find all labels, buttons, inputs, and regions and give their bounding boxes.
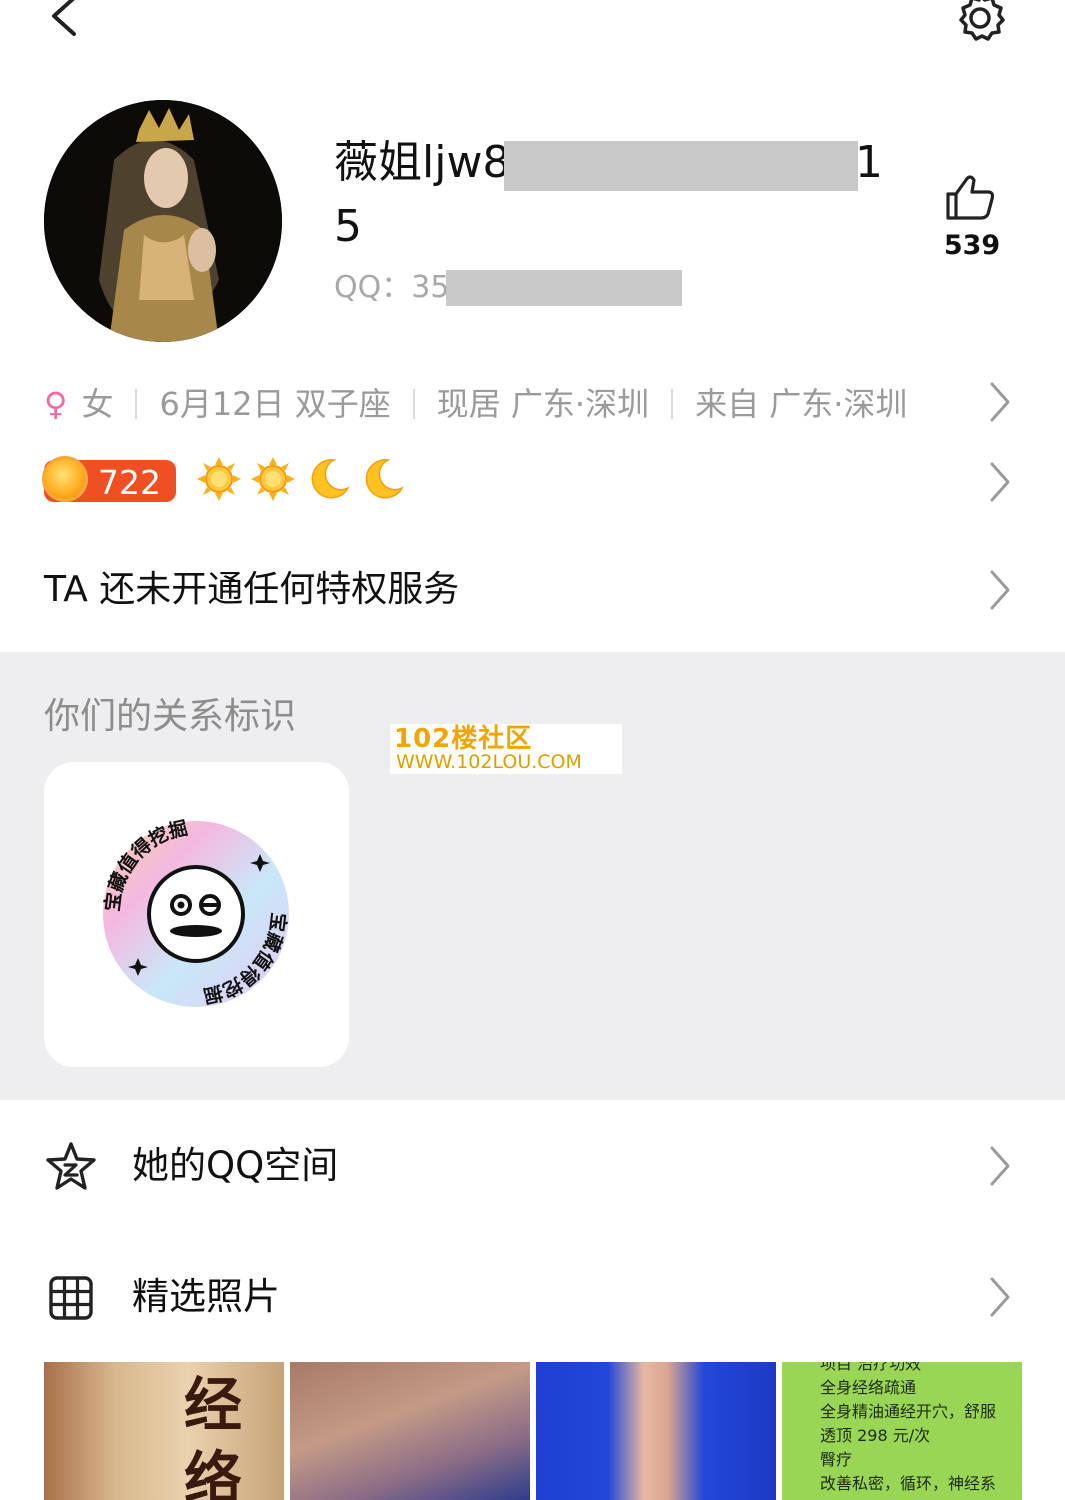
- photo-text: 全身经络疏通: [820, 1378, 917, 1397]
- photos-label: 精选照片: [132, 1275, 280, 1318]
- profile-name-line2: 5: [334, 201, 362, 252]
- chevron-right-icon[interactable]: [986, 380, 1014, 424]
- qzone-label: 她的QQ空间: [132, 1144, 339, 1187]
- photo-thumbnail[interactable]: [536, 1362, 776, 1500]
- female-icon: ♀: [44, 385, 68, 423]
- sun-icon: [197, 457, 241, 501]
- qq-label: QQ：: [334, 270, 412, 305]
- relationship-title: 你们的关系标识: [44, 696, 297, 737]
- level-coin-icon: [42, 456, 88, 502]
- top-bar: [0, 0, 1065, 60]
- photo-text: 项目 治疗功效: [820, 1362, 922, 1373]
- avatar[interactable]: [44, 100, 282, 342]
- chevron-right-icon[interactable]: [986, 568, 1014, 612]
- moon-icon: [365, 459, 404, 499]
- relationship-badge-card[interactable]: 宝藏值得挖掘 宝藏值得挖掘: [44, 762, 349, 1067]
- hometown-text: 来自 广东·深圳: [695, 385, 908, 423]
- photo-text: 透顶 298 元/次: [820, 1426, 931, 1445]
- current-location-text: 现居 广东·深圳: [436, 385, 650, 423]
- gender-text: 女: [81, 385, 114, 423]
- site-watermark: 102楼社区 WWW.102LOU.COM: [390, 724, 622, 774]
- qq-redaction: [446, 270, 682, 306]
- profile-info-row[interactable]: ♀ 女 6月12日 双子座 现居 广东·深圳 来自 广东·深圳: [44, 378, 1024, 426]
- like-count: 539: [943, 230, 1001, 261]
- photo-thumbnail[interactable]: 经 络: [44, 1362, 284, 1500]
- watermark-line1: 102楼社区: [394, 724, 533, 754]
- photo-text: 经: [184, 1371, 243, 1439]
- divider: [412, 389, 415, 419]
- thumbs-up-icon: [946, 175, 995, 220]
- qq-number: QQ：35: [334, 268, 449, 308]
- qzone-star-icon: [46, 1142, 96, 1190]
- gear-icon: [959, 0, 1005, 41]
- photo-text: 臀疗: [820, 1450, 853, 1469]
- photo-text: 全身精油通经开穴，舒服: [820, 1402, 997, 1421]
- settings-button[interactable]: [952, 0, 1008, 46]
- name-redaction: [504, 141, 858, 191]
- chevron-right-icon[interactable]: [986, 460, 1014, 504]
- grid-icon: [49, 1276, 93, 1320]
- featured-photos-entry[interactable]: 精选照片: [0, 1257, 1065, 1337]
- photo-thumbnails: 经 络 项目 治疗功效 全身经络疏通 全身精油通经开穴，舒服 透顶 298 元/…: [44, 1362, 1024, 1500]
- qq-prefix: 35: [411, 270, 450, 305]
- chevron-right-icon: [990, 1277, 1010, 1317]
- divider: [671, 389, 674, 419]
- photo-thumbnail[interactable]: [290, 1362, 530, 1500]
- profile-name: 薇姐ljw8: [334, 137, 511, 188]
- chevron-right-icon: [990, 1146, 1010, 1186]
- photo-thumbnail[interactable]: 项目 治疗功效 全身经络疏通 全身精油通经开穴，舒服 透顶 298 元/次 臀疗…: [782, 1362, 1022, 1500]
- photo-text: 改善私密，循环，神经系: [820, 1474, 997, 1493]
- like-button[interactable]: 539: [930, 172, 1014, 272]
- photo-text: 络: [184, 1445, 243, 1500]
- profile-name-tail: 1: [855, 137, 883, 188]
- watermark-line2: WWW.102LOU.COM: [396, 751, 582, 773]
- qq-level-row[interactable]: 722: [42, 456, 444, 508]
- privilege-status[interactable]: TA 还未开通任何特权服务: [44, 560, 459, 620]
- birthday-text: 6月12日 双子座: [159, 385, 391, 423]
- relationship-section: 你们的关系标识 宝藏值得挖掘 宝藏值得挖掘 102楼社区 WWW.102LOU.…: [0, 652, 1065, 1100]
- back-button[interactable]: [44, 0, 88, 42]
- divider: [135, 389, 138, 419]
- chevron-left-icon: [52, 0, 76, 36]
- sun-icon: [251, 457, 295, 501]
- level-number: 722: [98, 463, 161, 502]
- avatar-image: [44, 100, 282, 342]
- treasure-badge-icon: 宝藏值得挖掘 宝藏值得挖掘: [101, 816, 291, 1007]
- moon-icon: [311, 459, 350, 499]
- qzone-entry[interactable]: 她的QQ空间: [0, 1126, 1065, 1206]
